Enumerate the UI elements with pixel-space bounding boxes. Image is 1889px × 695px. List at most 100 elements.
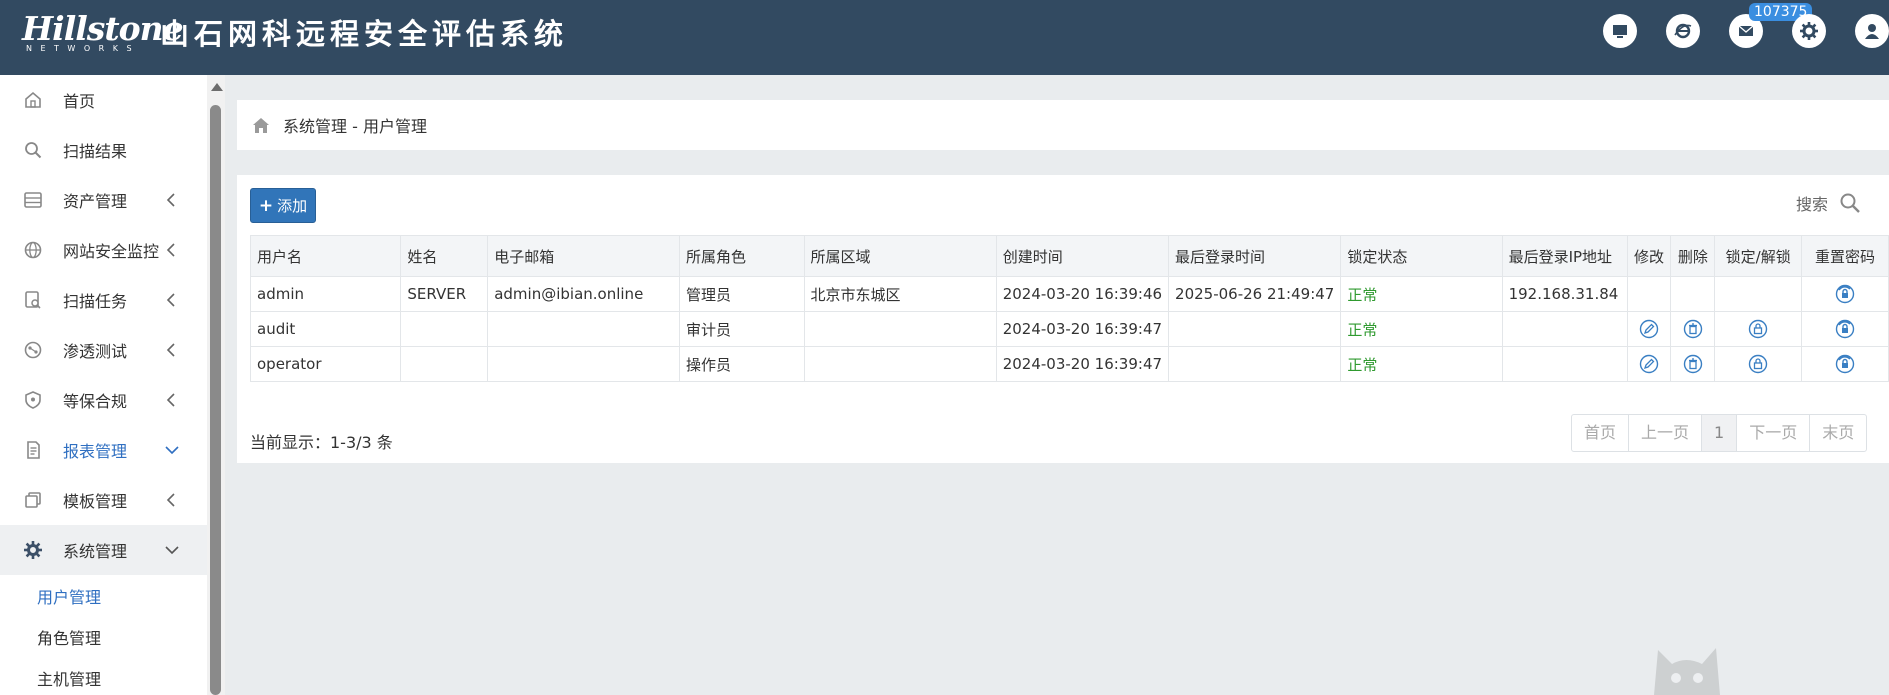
chevron-left-icon: [166, 393, 175, 407]
cell-username: operator: [249, 346, 402, 382]
cell-region: [803, 346, 997, 382]
mail-icon[interactable]: 107375: [1729, 3, 1813, 48]
column-header[interactable]: 所属区域: [803, 235, 997, 277]
sidebar-item-system[interactable]: 系统管理: [0, 525, 207, 575]
sidebar-item-site-monitor[interactable]: 网站安全监控: [0, 225, 207, 275]
chevron-left-icon: [166, 293, 175, 307]
gear-icon[interactable]: [1792, 14, 1826, 48]
breadcrumb: 系统管理 - 用户管理: [237, 100, 1889, 150]
column-header[interactable]: 创建时间: [995, 235, 1170, 277]
chevron-left-icon: [166, 243, 175, 257]
lock-icon[interactable]: [1748, 354, 1768, 374]
lock-icon[interactable]: [1748, 319, 1768, 339]
server-icon: [22, 189, 44, 211]
sidebar-item-label: 资产管理: [63, 192, 128, 211]
chevron-left-icon: [166, 343, 175, 357]
reset-password-icon[interactable]: [1835, 319, 1855, 339]
chevron-left-icon: [166, 493, 175, 507]
search-toggle[interactable]: 搜索: [1796, 191, 1862, 215]
sidebar-subitem-host-management[interactable]: 主机管理: [0, 657, 207, 695]
table-row: admin SERVER admin@ibian.online 管理员 北京市东…: [249, 276, 1889, 312]
cell-created: 2024-03-20 16:39:47: [995, 346, 1170, 382]
sidebar-item-label: 扫描结果: [63, 142, 128, 161]
user-management-panel: + 添加 搜索 用户名 姓名 电子邮箱 所属角色 所属区域 创建时间 最后登录时…: [237, 175, 1889, 463]
report-icon: [22, 439, 44, 461]
column-header[interactable]: 最后登录时间: [1168, 235, 1342, 277]
chevron-left-icon: [166, 193, 175, 207]
edit-icon[interactable]: [1639, 319, 1659, 339]
current-page-button[interactable]: 1: [1701, 415, 1737, 451]
cell-reset-password: [1801, 276, 1889, 312]
sidebar-item-scan-tasks[interactable]: 扫描任务: [0, 275, 207, 325]
trash-icon[interactable]: [1683, 354, 1703, 374]
column-header[interactable]: 电子邮箱: [487, 235, 680, 277]
sidebar-item-label: 首页: [63, 92, 96, 111]
globe-icon: [22, 239, 44, 261]
app-title: 山石网科远程安全评估系统: [160, 17, 569, 51]
column-header: 修改: [1626, 235, 1672, 277]
table-row: audit 审计员 2024-03-20 16:39:47 正常: [249, 311, 1889, 347]
sidebar-scrollbar[interactable]: [207, 75, 225, 695]
column-header[interactable]: 所属角色: [678, 235, 805, 277]
home-icon: [253, 118, 269, 133]
plus-icon: +: [258, 195, 274, 216]
cell-reset-password: [1801, 311, 1889, 347]
cell-role: 管理员: [678, 276, 805, 312]
cell-region: 北京市东城区: [803, 276, 997, 312]
monitor-icon[interactable]: [1603, 14, 1637, 48]
sidebar-item-assets[interactable]: 资产管理: [0, 175, 207, 225]
scan-task-icon: [22, 289, 44, 311]
top-header: Hillstone NETWORKS 山石网科远程安全评估系统 107375: [0, 0, 1889, 75]
trash-icon[interactable]: [1683, 319, 1703, 339]
cat-watermark-icon: [1654, 648, 1720, 695]
cell-created: 2024-03-20 16:39:46: [995, 276, 1170, 312]
column-header[interactable]: 锁定状态: [1340, 235, 1503, 277]
last-page-button[interactable]: 末页: [1809, 415, 1866, 451]
sidebar: 首页 扫描结果 资产管理 网站安全监控 扫描任务 渗透测试 等保合规 报表管理 …: [0, 75, 207, 695]
cell-email: [487, 346, 680, 382]
reset-password-icon[interactable]: [1835, 354, 1855, 374]
cell-last-login: [1168, 311, 1342, 347]
cell-name: [400, 311, 489, 347]
sidebar-item-home[interactable]: 首页: [0, 75, 207, 125]
scrollbar-thumb[interactable]: [210, 105, 221, 695]
sidebar-item-label: 扫描任务: [63, 292, 128, 311]
cell-lock-status: 正常: [1340, 311, 1503, 347]
logo-text: Hillstone: [22, 9, 184, 48]
sidebar-item-scan-results[interactable]: 扫描结果: [0, 125, 207, 175]
sidebar-item-pentest[interactable]: 渗透测试: [0, 325, 207, 375]
first-page-button[interactable]: 首页: [1572, 415, 1628, 451]
column-header[interactable]: 用户名: [249, 235, 402, 277]
sidebar-item-templates[interactable]: 模板管理: [0, 475, 207, 525]
column-header: 删除: [1670, 235, 1716, 277]
cell-reset-password: [1801, 346, 1889, 382]
column-header[interactable]: 姓名: [400, 235, 489, 277]
table-row: operator 操作员 2024-03-20 16:39:47 正常: [249, 346, 1889, 382]
sidebar-item-compliance[interactable]: 等保合规: [0, 375, 207, 425]
edit-icon[interactable]: [1639, 354, 1659, 374]
next-page-button[interactable]: 下一页: [1736, 415, 1809, 451]
cell-last-ip: [1501, 346, 1628, 382]
column-header[interactable]: 最后登录IP地址: [1501, 235, 1628, 277]
column-header: 重置密码: [1801, 235, 1889, 277]
cell-region: [803, 311, 997, 347]
pagination-info: 当前显示：1-3/3 条: [250, 433, 393, 452]
home-icon: [22, 89, 44, 111]
shield-icon: [22, 389, 44, 411]
cell-role: 操作员: [678, 346, 805, 382]
sidebar-subitem-user-management[interactable]: 用户管理: [0, 575, 207, 616]
sidebar-item-label: 系统管理: [63, 542, 128, 561]
prev-page-button[interactable]: 上一页: [1628, 415, 1701, 451]
chevron-down-icon: [165, 546, 179, 555]
cell-edit: [1626, 311, 1672, 347]
user-icon[interactable]: [1855, 14, 1889, 48]
add-user-button[interactable]: + 添加: [250, 188, 316, 223]
sidebar-subitem-role-management[interactable]: 角色管理: [0, 616, 207, 657]
reset-password-icon[interactable]: [1835, 284, 1855, 304]
sidebar-item-reports[interactable]: 报表管理: [0, 425, 207, 475]
scroll-up-arrow-icon[interactable]: [211, 83, 223, 91]
cell-last-login: [1168, 346, 1342, 382]
sidebar-item-label: 报表管理: [63, 442, 128, 461]
browser-icon[interactable]: [1666, 14, 1700, 48]
add-button-label: 添加: [277, 197, 308, 215]
